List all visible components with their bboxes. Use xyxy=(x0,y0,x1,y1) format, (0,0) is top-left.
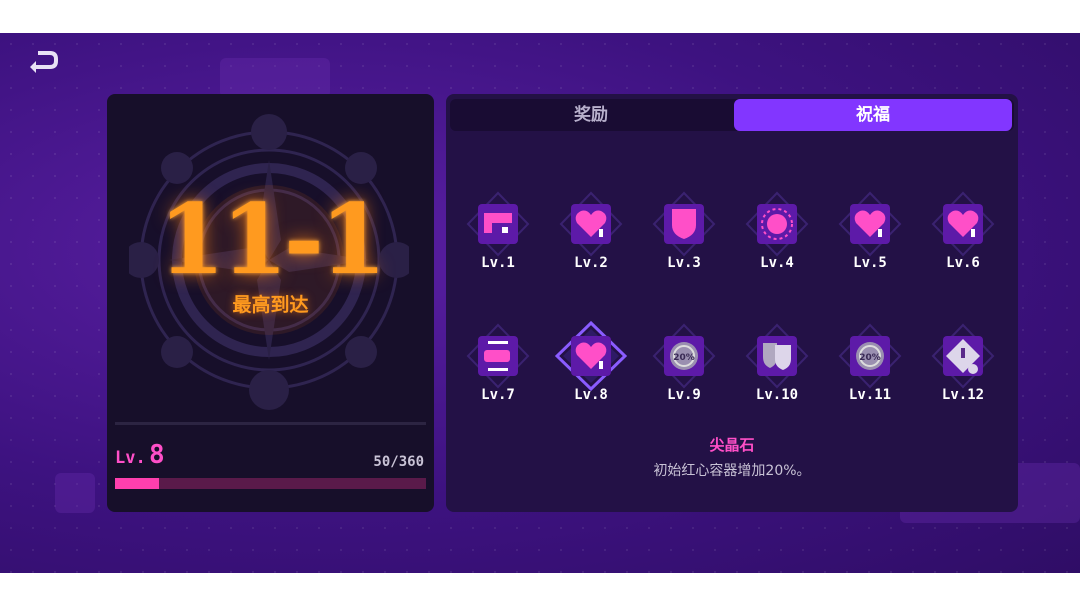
blessing-level-label: Lv.11 xyxy=(848,387,892,403)
blessing-level-label: Lv.10 xyxy=(755,387,799,403)
blessing-level-label: Lv.4 xyxy=(760,255,794,271)
blessing-level-label: Lv.1 xyxy=(481,255,515,271)
back-arrow-icon[interactable] xyxy=(26,47,62,77)
blessing-slot[interactable]: Lv.7 xyxy=(458,321,538,421)
xp-text: 50/360 xyxy=(373,454,424,470)
blessing-level-label: Lv.8 xyxy=(574,387,608,403)
rewards-panel: 奖励 祝福 Lv.1 Lv.2 Lv.3 Lv.4 Lv.5 Lv.6 Lv.7 Lv.8 20… xyxy=(446,94,1018,512)
background-decoration xyxy=(220,58,330,98)
game-scene: 11-1 最高到达 Lv. 8 50/360 奖励 祝福 Lv.1 Lv.2 Lv.… xyxy=(0,33,1080,573)
level-prefix: Lv. xyxy=(115,448,146,468)
blessing-slot[interactable]: Lv.6 xyxy=(923,189,1003,289)
level-value: 8 xyxy=(149,440,165,470)
stage-number: 11-1 xyxy=(158,183,386,296)
blessing-slot[interactable]: Lv.3 xyxy=(644,189,724,289)
blessing-slot[interactable]: Lv.10 xyxy=(737,321,817,421)
gun-icon xyxy=(466,191,530,257)
svg-text:20%: 20% xyxy=(859,353,881,363)
blessing-level-label: Lv.7 xyxy=(481,387,515,403)
background-helmet-icon xyxy=(55,473,95,513)
twin-shield-icon xyxy=(745,323,809,389)
blessing-slot[interactable]: Lv.5 xyxy=(830,189,910,289)
xp-progress-bar xyxy=(115,478,426,489)
sun-token-icon xyxy=(745,191,809,257)
blessing-level-label: Lv.6 xyxy=(946,255,980,271)
blessing-level-label: Lv.9 xyxy=(667,387,701,403)
blessing-slot[interactable]: 20% Lv.11 xyxy=(830,321,910,421)
heart-up-icon xyxy=(931,191,995,257)
blessing-slot[interactable]: Lv.1 xyxy=(458,189,538,289)
blessing-slot[interactable]: Lv.8 xyxy=(551,321,631,421)
percent-gem-icon: 20% xyxy=(652,323,716,389)
xp-progress-fill xyxy=(115,478,159,489)
tab-rewards[interactable]: 奖励 xyxy=(450,99,732,131)
percent-gem-icon: 20% xyxy=(838,323,902,389)
heart-up-icon xyxy=(559,191,623,257)
stage-caption: 最高到达 xyxy=(232,294,309,316)
tab-bar: 奖励 祝福 xyxy=(450,99,1014,131)
heart-up-icon xyxy=(555,321,627,391)
blessing-slot[interactable]: Lv.2 xyxy=(551,189,631,289)
stage-record-panel: 11-1 最高到达 Lv. 8 50/360 xyxy=(107,94,434,512)
ammo-icon xyxy=(466,323,530,389)
heart-up-icon xyxy=(838,191,902,257)
svg-text:20%: 20% xyxy=(673,353,695,363)
shield-icon xyxy=(652,191,716,257)
blessing-slot[interactable]: Lv.12 xyxy=(923,321,1003,421)
blessing-level-label: Lv.12 xyxy=(941,387,985,403)
blessing-slot[interactable]: Lv.4 xyxy=(737,189,817,289)
divider xyxy=(115,422,426,425)
blessing-level-label: Lv.3 xyxy=(667,255,701,271)
blessing-slot[interactable]: 20% Lv.9 xyxy=(644,321,724,421)
tab-blessings[interactable]: 祝福 xyxy=(734,99,1012,131)
blessing-description: 初始红心容器增加20%。 xyxy=(653,463,811,479)
blessing-title: 尖晶石 xyxy=(709,436,755,454)
blessing-level-label: Lv.5 xyxy=(853,255,887,271)
skull-diamond-icon xyxy=(931,323,995,389)
blessing-level-label: Lv.2 xyxy=(574,255,608,271)
